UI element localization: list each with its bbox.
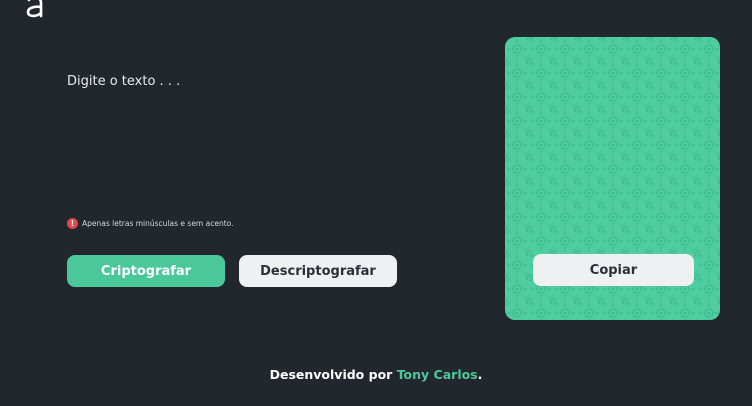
footer-suffix: . (477, 367, 483, 382)
input-hint: ! Apenas letras minúsculas e sem acento. (67, 218, 234, 229)
decrypt-button[interactable]: Descriptografar (239, 255, 397, 287)
output-panel: Copiar (505, 37, 720, 320)
author-name: Tony Carlos (396, 367, 478, 382)
hint-text: Apenas letras minúsculas e sem acento. (82, 219, 234, 228)
alert-icon: ! (67, 218, 78, 229)
text-input[interactable] (67, 72, 477, 202)
app-page: ! Apenas letras minúsculas e sem acento.… (0, 0, 752, 406)
alura-logo-icon (26, 0, 43, 18)
footer-credit: Desenvolvido por Tony Carlos. (0, 367, 752, 382)
copy-button[interactable]: Copiar (533, 254, 694, 286)
encrypt-button[interactable]: Criptografar (67, 255, 225, 287)
footer-prefix: Desenvolvido por (269, 367, 397, 382)
